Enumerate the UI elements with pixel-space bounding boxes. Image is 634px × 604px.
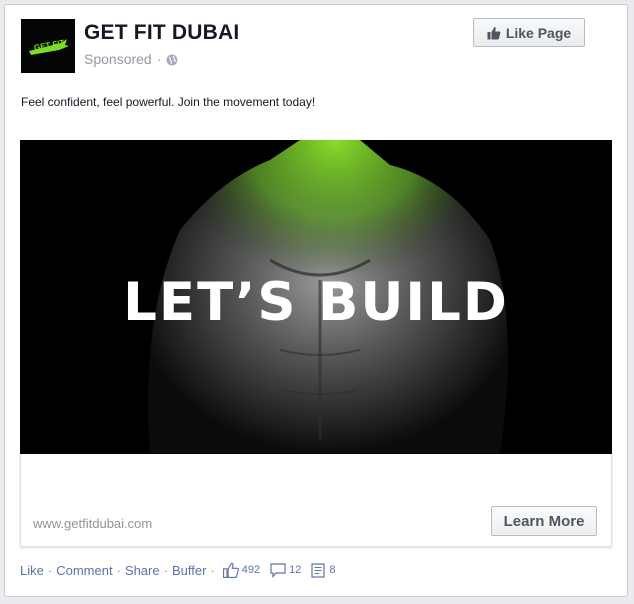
like-page-button[interactable]: Like Page (473, 18, 585, 47)
like-action-link[interactable]: Like (20, 563, 44, 578)
hero-headline: LET’S BUILD (123, 272, 509, 333)
likes-count-group[interactable]: 492 (222, 562, 261, 578)
thumbs-up-icon (487, 26, 501, 40)
shares-count: 8 (329, 564, 336, 576)
ad-post-card: GET FIT GET FIT DUBAI Sponsored · Like P… (4, 4, 628, 597)
learn-more-button[interactable]: Learn More (491, 506, 597, 536)
sponsored-row: Sponsored · (84, 51, 178, 67)
post-message: Feel confident, feel powerful. Join the … (21, 95, 316, 109)
separator-dot: · (156, 51, 162, 67)
thumbs-up-icon (222, 562, 239, 578)
globe-icon (166, 53, 178, 66)
comment-action-link[interactable]: Comment (56, 563, 112, 578)
ad-hero-image[interactable]: LET’S BUILD (20, 140, 612, 454)
link-preview[interactable]: www.getfitdubai.com Learn More (20, 454, 612, 547)
sponsored-label[interactable]: Sponsored (84, 51, 152, 67)
like-page-label: Like Page (505, 24, 572, 41)
post-actions-bar: Like · Comment · Share · Buffer · 492 12 (20, 562, 341, 578)
brand-logo-icon: GET FIT (21, 19, 75, 73)
action-separator: · (47, 562, 53, 578)
comments-count: 12 (289, 564, 302, 576)
likes-count: 492 (241, 564, 261, 576)
share-icon (311, 562, 325, 578)
action-separator: · (163, 562, 168, 578)
shares-count-group[interactable]: 8 (311, 562, 336, 578)
buffer-action-link[interactable]: Buffer (172, 563, 206, 578)
comment-icon (270, 562, 286, 578)
comments-count-group[interactable]: 12 (270, 562, 302, 578)
link-domain[interactable]: www.getfitdubai.com (33, 516, 152, 531)
action-separator: · (210, 562, 215, 578)
action-separator: · (116, 562, 121, 578)
share-action-link[interactable]: Share (125, 563, 160, 578)
page-avatar[interactable]: GET FIT (21, 19, 75, 73)
page-name-link[interactable]: GET FIT DUBAI (84, 21, 239, 45)
